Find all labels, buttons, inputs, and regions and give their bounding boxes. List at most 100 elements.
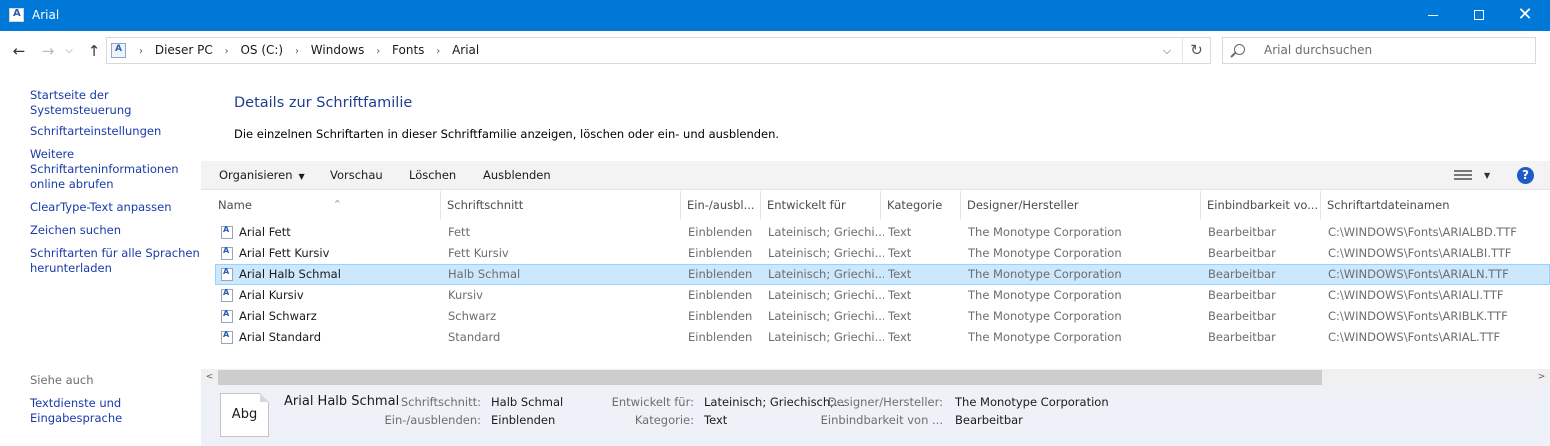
sidebar-link-download-all-languages[interactable]: Schriftarten für alle Sprachen herunterl… [30, 246, 200, 276]
cell-visibility: Einblenden [688, 288, 753, 302]
cell-designer: The Monotype Corporation [968, 288, 1122, 302]
sidebar-link-control-panel-home[interactable]: Startseite der Systemsteuerung [30, 88, 200, 118]
control-panel-sidebar: Startseite der Systemsteuerung Schriftar… [0, 71, 201, 446]
cell-style: Schwarz [448, 309, 497, 323]
cell-name: Arial Fett Kursiv [239, 246, 330, 260]
cell-designed-for: Lateinisch; Griechi... [768, 288, 884, 302]
breadcrumb-item-this-pc[interactable]: Dieser PC [155, 43, 213, 57]
hide-button[interactable]: Ausblenden [483, 161, 551, 190]
back-button[interactable]: ← [8, 39, 30, 63]
details-designed-for-label: Entwickelt für: [611, 395, 694, 409]
minimize-icon [1428, 15, 1438, 16]
details-embeddability-value: Bearbeitbar [955, 413, 1023, 427]
sidebar-link-cleartype[interactable]: ClearType-Text anpassen [30, 200, 200, 215]
window-title: Arial [32, 8, 60, 22]
forward-button[interactable]: → [37, 39, 59, 63]
details-embeddability-label: Einbindbarkeit von ... [820, 413, 943, 427]
breadcrumb-item-os-c[interactable]: OS (C:) [240, 43, 283, 57]
breadcrumb-separator[interactable]: › [436, 46, 440, 57]
column-header-label: Name [218, 198, 252, 212]
cell-visibility: Einblenden [688, 330, 753, 344]
breadcrumb-item-arial[interactable]: Arial [452, 43, 479, 57]
see-also-heading: Siehe auch [30, 373, 94, 387]
cell-visibility: Einblenden [688, 309, 753, 323]
cell-filename: C:\WINDOWS\Fonts\ARIAL.TTF [1328, 330, 1501, 344]
up-button[interactable]: ↑ [83, 39, 105, 63]
sidebar-link-find-character[interactable]: Zeichen suchen [30, 223, 200, 238]
close-button[interactable]: ✕ [1502, 0, 1548, 31]
cell-category: Text [888, 225, 912, 239]
cell-style: Fett Kursiv [448, 246, 509, 260]
page-description: Die einzelnen Schriftarten in dieser Sch… [234, 127, 780, 141]
cell-filename: C:\WINDOWS\Fonts\ARIBLK.TTF [1328, 309, 1508, 323]
cell-designed-for: Lateinisch; Griechi... [768, 225, 884, 239]
scroll-left-button[interactable]: < [201, 369, 218, 386]
column-header-name[interactable]: Name ^ [212, 191, 441, 220]
cell-style: Halb Schmal [448, 267, 521, 281]
cell-category: Text [888, 330, 912, 344]
scrollbar-thumb[interactable] [218, 370, 1322, 385]
column-header-filename[interactable]: Schriftartdateinamen [1321, 191, 1550, 220]
address-bar[interactable]: › Dieser PC › OS (C:) › Windows › Fonts … [106, 37, 1211, 64]
column-header-embeddability[interactable]: Einbindbarkeit vo... [1201, 191, 1321, 220]
cell-name: Arial Kursiv [239, 288, 304, 302]
page-title: Details zur Schriftfamilie [234, 95, 413, 111]
breadcrumb-separator[interactable]: › [376, 46, 380, 57]
cell-designer: The Monotype Corporation [968, 246, 1122, 260]
font-folder-icon [111, 43, 126, 58]
sidebar-link-more-font-info[interactable]: Weitere Schriftarteninformationen online… [30, 147, 180, 192]
details-designer-label: Designer/Hersteller: [827, 395, 943, 409]
sidebar-link-text-services[interactable]: Textdienste und Eingabesprache [30, 396, 130, 426]
table-row[interactable]: Arial Kursiv Kursiv Einblenden Lateinisch; … [215, 285, 1550, 306]
sidebar-link-font-settings[interactable]: Schriftarteinstellungen [30, 124, 200, 139]
preview-button[interactable]: Vorschau [330, 161, 383, 190]
search-input[interactable]: Arial durchsuchen [1222, 37, 1536, 64]
table-row[interactable]: Arial Standard Standard Einblenden Lateinis… [215, 327, 1550, 348]
organize-button[interactable]: Organisieren ▼ [219, 161, 305, 190]
chevron-down-icon[interactable]: ▼ [1484, 161, 1490, 190]
breadcrumb-separator[interactable]: › [295, 46, 299, 57]
table-row[interactable]: Arial Schwarz Schwarz Einblenden Lateinisch… [215, 306, 1550, 327]
cell-filename: C:\WINDOWS\Fonts\ARIALBD.TTF [1328, 225, 1517, 239]
font-file-icon [221, 246, 233, 260]
delete-button[interactable]: Löschen [409, 161, 456, 190]
column-header-style[interactable]: Schriftschnitt [441, 191, 681, 220]
breadcrumb: › Dieser PC › OS (C:) › Windows › Fonts … [133, 38, 481, 63]
table-row[interactable]: Arial Halb Schmal Halb Schmal Einblenden La… [215, 264, 1550, 285]
cell-designed-for: Lateinisch; Griechi... [768, 309, 884, 323]
recent-locations-button[interactable]: ⌵ [62, 39, 76, 63]
font-file-icon [221, 225, 233, 239]
cell-designed-for: Lateinisch; Griechi... [768, 267, 884, 281]
organize-label: Organisieren [219, 168, 293, 182]
table-row[interactable]: Arial Fett Kursiv Fett Kursiv Einblenden La… [215, 243, 1550, 264]
scroll-right-button[interactable]: > [1533, 369, 1550, 386]
cell-filename: C:\WINDOWS\Fonts\ARIALBI.TTF [1328, 246, 1512, 260]
table-row[interactable]: Arial Fett Fett Einblenden Lateinisch; Grie… [215, 222, 1550, 243]
help-icon[interactable]: ? [1517, 167, 1534, 184]
cell-designed-for: Lateinisch; Griechi... [768, 246, 884, 260]
maximize-button[interactable] [1456, 0, 1502, 31]
breadcrumb-separator: › [139, 46, 143, 57]
details-visibility-value: Einblenden [491, 413, 556, 427]
cell-embeddability: Bearbeitbar [1208, 246, 1276, 260]
navigation-bar: ← → ⌵ ↑ › Dieser PC › OS (C:) › Windows … [0, 31, 1550, 71]
refresh-button[interactable]: ↻ [1182, 38, 1210, 63]
horizontal-scrollbar[interactable]: < > [201, 369, 1550, 386]
cell-embeddability: Bearbeitbar [1208, 288, 1276, 302]
minimize-button[interactable] [1410, 0, 1456, 31]
view-options-icon[interactable] [1454, 170, 1472, 181]
column-header-visibility[interactable]: Ein-/ausbl... [681, 191, 761, 220]
cell-visibility: Einblenden [688, 267, 753, 281]
cell-filename: C:\WINDOWS\Fonts\ARIALN.TTF [1328, 267, 1509, 281]
breadcrumb-item-fonts[interactable]: Fonts [392, 43, 424, 57]
address-history-dropdown[interactable]: ⌵ [1157, 38, 1177, 63]
maximize-icon [1474, 10, 1484, 20]
cell-style: Standard [448, 330, 501, 344]
command-bar: Organisieren ▼ Vorschau Löschen Ausblende… [201, 161, 1550, 190]
cell-designer: The Monotype Corporation [968, 330, 1122, 344]
breadcrumb-separator[interactable]: › [225, 46, 229, 57]
column-header-designer[interactable]: Designer/Hersteller [961, 191, 1201, 220]
column-header-category[interactable]: Kategorie [881, 191, 961, 220]
column-header-designed-for[interactable]: Entwickelt für [761, 191, 881, 220]
breadcrumb-item-windows[interactable]: Windows [311, 43, 365, 57]
